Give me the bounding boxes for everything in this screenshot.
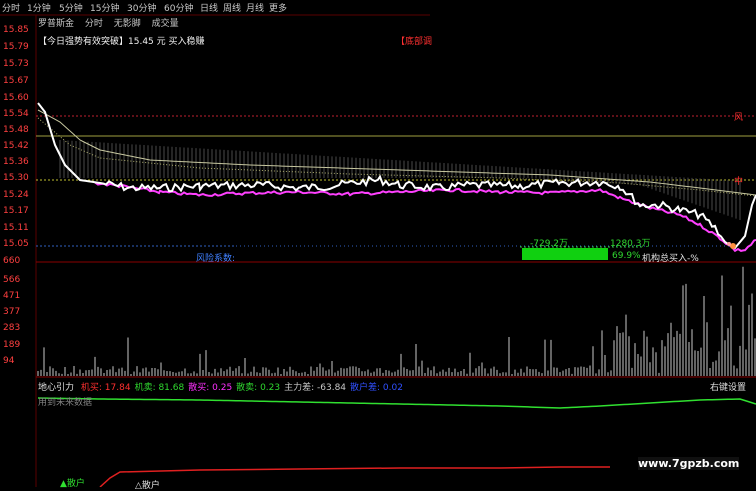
flow-left-value: -729.2万 bbox=[530, 239, 569, 249]
marker-mid-right: 中 bbox=[734, 177, 744, 187]
retail-marker-left: ▲散户 bbox=[60, 479, 85, 489]
volume-tick: 566 bbox=[3, 275, 21, 285]
price-tick: 15.67 bbox=[3, 76, 29, 86]
institution-buy-line bbox=[99, 466, 610, 487]
risk-label: 风险系数: bbox=[196, 254, 236, 264]
price-tick: 15.05 bbox=[3, 239, 29, 249]
price-tick: 15.73 bbox=[3, 59, 29, 69]
volume-tick: 94 bbox=[3, 356, 15, 366]
flow-label: 机构总买入-% bbox=[642, 254, 699, 264]
price-tick: 15.54 bbox=[3, 109, 29, 119]
marker-top-right: 风 bbox=[734, 113, 744, 123]
price-tick: 15.48 bbox=[3, 125, 29, 135]
indicator-item: 散户差: 0.02 bbox=[350, 383, 403, 393]
volume-tick: 660 bbox=[3, 256, 21, 266]
price-tick: 15.79 bbox=[3, 42, 29, 52]
indicator-item: 机买: 17.84 bbox=[80, 383, 131, 393]
price-tick: 15.24 bbox=[3, 190, 29, 200]
institution-sell-line bbox=[37, 397, 756, 409]
indicator-item: 散买: 0.25 bbox=[188, 383, 233, 393]
volume-bars bbox=[37, 266, 756, 376]
volume-tick: 283 bbox=[3, 323, 21, 333]
future-data-note: 用到未来数据 bbox=[38, 398, 93, 408]
price-tick: 15.42 bbox=[3, 141, 29, 151]
flow-percent: 69.9% bbox=[612, 251, 641, 261]
indicator-name[interactable]: 地心引力 bbox=[38, 383, 74, 393]
signal-text: 【今日强势有效突破】15.45 元 买入稳赚 bbox=[38, 37, 205, 47]
price-tick: 15.85 bbox=[3, 25, 29, 35]
volume-tick: 377 bbox=[3, 307, 21, 317]
indicator-item: 机卖: 81.68 bbox=[134, 383, 185, 393]
price-tick: 15.36 bbox=[3, 157, 29, 167]
flow-bar-green bbox=[522, 248, 608, 260]
price-tick: 15.17 bbox=[3, 206, 29, 216]
retail-marker-mid: △散户 bbox=[135, 481, 160, 491]
volume-tick: 189 bbox=[3, 340, 21, 350]
watermark: www.7gpzb.com bbox=[638, 457, 740, 470]
price-tick: 15.11 bbox=[3, 223, 29, 233]
indicator-header: 地心引力 机买: 17.84 机卖: 81.68 散买: 0.25 散卖: 0.23 主… bbox=[38, 380, 407, 393]
right-click-settings[interactable]: 右键设置 bbox=[710, 380, 746, 393]
signal-text-right: 【底部调 bbox=[396, 37, 433, 47]
flow-right-value: 1280.3万 bbox=[610, 239, 651, 249]
average-price-line bbox=[94, 181, 756, 253]
price-tick: 15.60 bbox=[3, 93, 29, 103]
volume-tick: 471 bbox=[3, 291, 21, 301]
indicator-item: 散卖: 0.23 bbox=[236, 383, 281, 393]
indicator-item: 主力差: -63.84 bbox=[284, 383, 347, 393]
price-tick: 15.30 bbox=[3, 173, 29, 183]
